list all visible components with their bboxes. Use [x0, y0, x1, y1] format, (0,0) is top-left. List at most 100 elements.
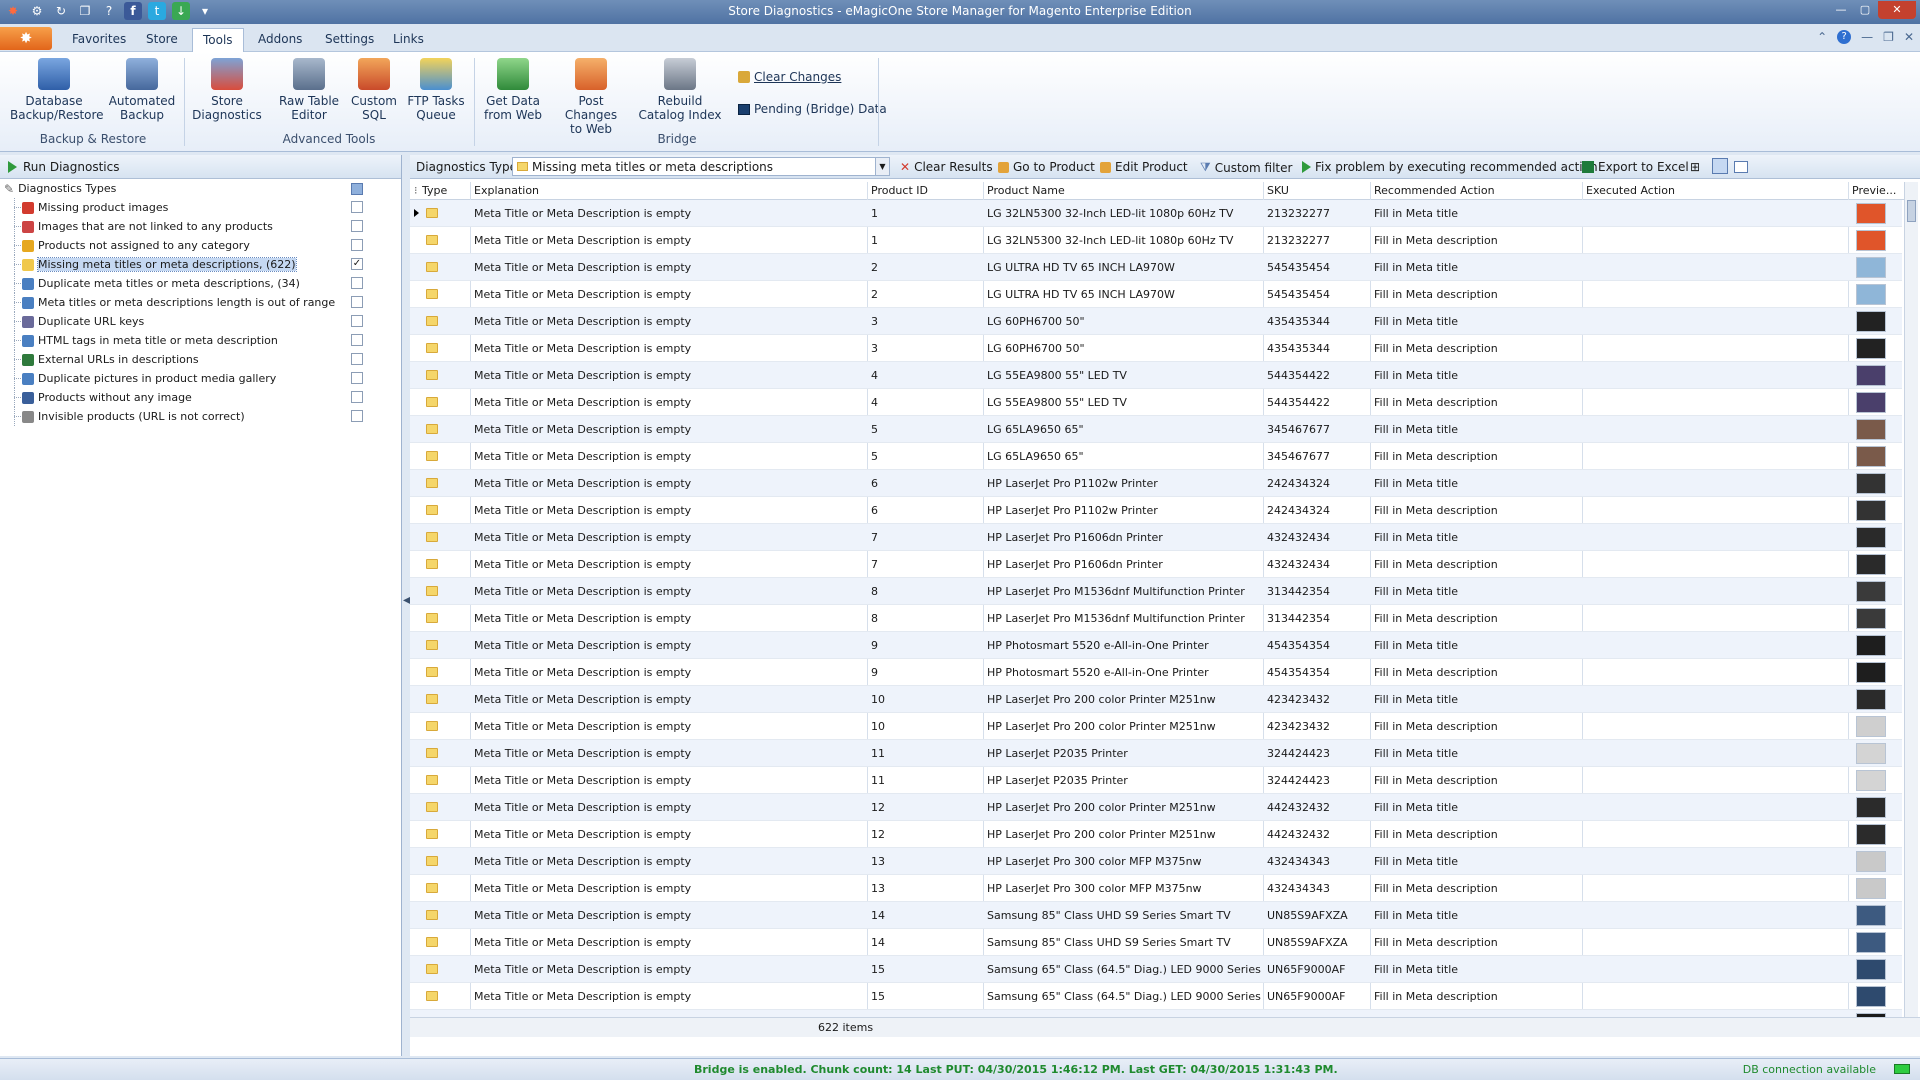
tree-item-checkbox[interactable]: ✓: [351, 258, 363, 270]
layout-icon[interactable]: [1734, 161, 1748, 173]
database-backup-restore-button[interactable]: Database Backup/Restore: [10, 58, 104, 122]
chevron-down-icon[interactable]: ▼: [875, 158, 889, 175]
tree-item[interactable]: Missing meta titles or meta descriptions…: [0, 255, 401, 274]
get-data-from-web-button[interactable]: Get Data from Web: [482, 58, 544, 122]
tree-item[interactable]: Duplicate pictures in product media gall…: [0, 369, 401, 388]
table-row[interactable]: Meta Title or Meta Description is empty 2…: [410, 254, 1902, 281]
table-row[interactable]: Meta Title or Meta Description is empty1…: [410, 200, 1902, 227]
table-row[interactable]: Meta Title or Meta Description is empty1…: [410, 848, 1902, 875]
table-row[interactable]: Meta Title or Meta Description is empty1…: [410, 686, 1902, 713]
table-row[interactable]: Meta Title or Meta Description is empty1…: [410, 713, 1902, 740]
custom-filter-button[interactable]: ⧩ Custom filter: [1200, 160, 1292, 175]
table-row[interactable]: Meta Title or Meta Description is empty 4…: [410, 389, 1902, 416]
table-row[interactable]: Meta Title or Meta Description is empty1…: [410, 1010, 1902, 1017]
close-icon[interactable]: ✕: [1904, 30, 1914, 44]
table-row[interactable]: Meta Title or Meta Description is empty 5…: [410, 416, 1902, 443]
close-button[interactable]: ✕: [1878, 1, 1916, 19]
table-row[interactable]: Meta Title or Meta Description is empty1…: [410, 767, 1902, 794]
column-header-sku[interactable]: SKU: [1267, 184, 1289, 197]
tree-item-checkbox[interactable]: [351, 334, 363, 346]
tree-item-checkbox[interactable]: [351, 353, 363, 365]
tree-item[interactable]: Meta titles or meta descriptions length …: [0, 293, 401, 312]
tree-item-checkbox[interactable]: [351, 372, 363, 384]
go-to-product-button[interactable]: Go to Product: [998, 160, 1095, 174]
clear-results-button[interactable]: ✕ Clear Results: [900, 160, 993, 174]
tree-item[interactable]: Invisible products (URL is not correct): [0, 407, 401, 426]
tab-settings[interactable]: Settings: [315, 30, 384, 48]
tree-item-checkbox[interactable]: [351, 277, 363, 289]
minimize-button[interactable]: —: [1830, 1, 1852, 19]
column-header-product-id[interactable]: Product ID: [871, 184, 928, 197]
export-to-excel-button[interactable]: Export to Excel: [1582, 160, 1689, 174]
tree-item-checkbox[interactable]: [351, 296, 363, 308]
column-header-explanation[interactable]: Explanation: [474, 184, 539, 197]
table-row[interactable]: Meta Title or Meta Description is empty 3…: [410, 335, 1902, 362]
table-row[interactable]: Meta Title or Meta Description is empty1…: [410, 875, 1902, 902]
clear-changes-button[interactable]: Clear Changes: [738, 70, 841, 84]
tree-item-checkbox[interactable]: [351, 391, 363, 403]
grid-vertical-scrollbar[interactable]: [1904, 182, 1918, 1017]
maximize-button[interactable]: ▢: [1854, 1, 1876, 19]
collapse-ribbon-icon[interactable]: ⌃: [1817, 30, 1827, 44]
pending-bridge-data-button[interactable]: Pending (Bridge) Data: [738, 102, 887, 116]
table-row[interactable]: Meta Title or Meta Description is empty1…: [410, 227, 1902, 254]
table-row[interactable]: Meta Title or Meta Description is empty 4…: [410, 362, 1902, 389]
rebuild-catalog-index-button[interactable]: Rebuild Catalog Index: [638, 58, 722, 122]
tree-item[interactable]: Images that are not linked to any produc…: [0, 217, 401, 236]
raw-table-editor-button[interactable]: Raw Table Editor: [276, 58, 342, 122]
edit-product-button[interactable]: Edit Product: [1100, 160, 1188, 174]
tree-item-checkbox[interactable]: [351, 220, 363, 232]
tree-root-checkbox[interactable]: [351, 182, 363, 195]
tab-tools[interactable]: Tools: [192, 28, 244, 52]
tree-item-checkbox[interactable]: [351, 239, 363, 251]
table-row[interactable]: Meta Title or Meta Description is empty 8…: [410, 578, 1902, 605]
tree-item[interactable]: Products without any image: [0, 388, 401, 407]
table-row[interactable]: Meta Title or Meta Description is empty1…: [410, 956, 1902, 983]
fix-problem-button[interactable]: Fix problem by executing recommended act…: [1302, 160, 1598, 174]
diagnostics-type-select[interactable]: Missing meta titles or meta descriptions…: [512, 157, 890, 176]
tree-root[interactable]: ✎ Diagnostics Types: [0, 179, 401, 198]
column-header-type[interactable]: Type: [422, 184, 447, 197]
table-row[interactable]: Meta Title or Meta Description is empty 6…: [410, 470, 1902, 497]
auto-size-icon[interactable]: [1712, 158, 1728, 174]
table-row[interactable]: Meta Title or Meta Description is empty 7…: [410, 551, 1902, 578]
tree-item[interactable]: Duplicate URL keys: [0, 312, 401, 331]
tab-addons[interactable]: Addons: [248, 30, 312, 48]
column-chooser-icon[interactable]: ⊞: [1690, 160, 1700, 174]
table-row[interactable]: Meta Title or Meta Description is empty 9…: [410, 659, 1902, 686]
tree-item-checkbox[interactable]: [351, 201, 363, 213]
post-changes-to-web-button[interactable]: Post Changes to Web: [552, 58, 630, 136]
table-row[interactable]: Meta Title or Meta Description is empty1…: [410, 929, 1902, 956]
tree-item[interactable]: Products not assigned to any category: [0, 236, 401, 255]
tree-item[interactable]: HTML tags in meta title or meta descript…: [0, 331, 401, 350]
column-header-preview[interactable]: Previe...: [1852, 184, 1902, 197]
table-row[interactable]: Meta Title or Meta Description is empty1…: [410, 902, 1902, 929]
ftp-tasks-queue-button[interactable]: FTP Tasks Queue: [406, 58, 466, 122]
column-header-product-name[interactable]: Product Name: [987, 184, 1065, 197]
run-diagnostics-button[interactable]: Run Diagnostics: [0, 155, 401, 179]
table-row[interactable]: Meta Title or Meta Description is empty 6…: [410, 497, 1902, 524]
minimize-icon[interactable]: —: [1861, 30, 1873, 44]
column-header-recommended-action[interactable]: Recommended Action: [1374, 184, 1495, 197]
tree-item-checkbox[interactable]: [351, 410, 363, 422]
store-diagnostics-button[interactable]: Store Diagnostics: [192, 58, 262, 122]
column-select-icon[interactable]: ⁝: [414, 184, 418, 197]
help-icon[interactable]: ?: [1837, 30, 1852, 44]
table-row[interactable]: Meta Title or Meta Description is empty 2…: [410, 281, 1902, 308]
table-row[interactable]: Meta Title or Meta Description is empty 7…: [410, 524, 1902, 551]
tab-store[interactable]: Store: [136, 30, 188, 48]
tab-links[interactable]: Links: [383, 30, 434, 48]
table-row[interactable]: Meta Title or Meta Description is empty1…: [410, 794, 1902, 821]
tree-item[interactable]: Duplicate meta titles or meta descriptio…: [0, 274, 401, 293]
table-row[interactable]: Meta Title or Meta Description is empty 9…: [410, 632, 1902, 659]
table-row[interactable]: Meta Title or Meta Description is empty 3…: [410, 308, 1902, 335]
scrollbar-thumb[interactable]: [1907, 200, 1916, 222]
table-row[interactable]: Meta Title or Meta Description is empty 5…: [410, 443, 1902, 470]
tab-favorites[interactable]: Favorites: [62, 30, 136, 48]
column-header-executed-action[interactable]: Executed Action: [1586, 184, 1675, 197]
custom-sql-button[interactable]: Custom SQL: [348, 58, 400, 122]
table-row[interactable]: Meta Title or Meta Description is empty1…: [410, 821, 1902, 848]
table-row[interactable]: Meta Title or Meta Description is empty 8…: [410, 605, 1902, 632]
tree-item[interactable]: External URLs in descriptions: [0, 350, 401, 369]
application-menu-button[interactable]: ✸: [0, 27, 52, 50]
